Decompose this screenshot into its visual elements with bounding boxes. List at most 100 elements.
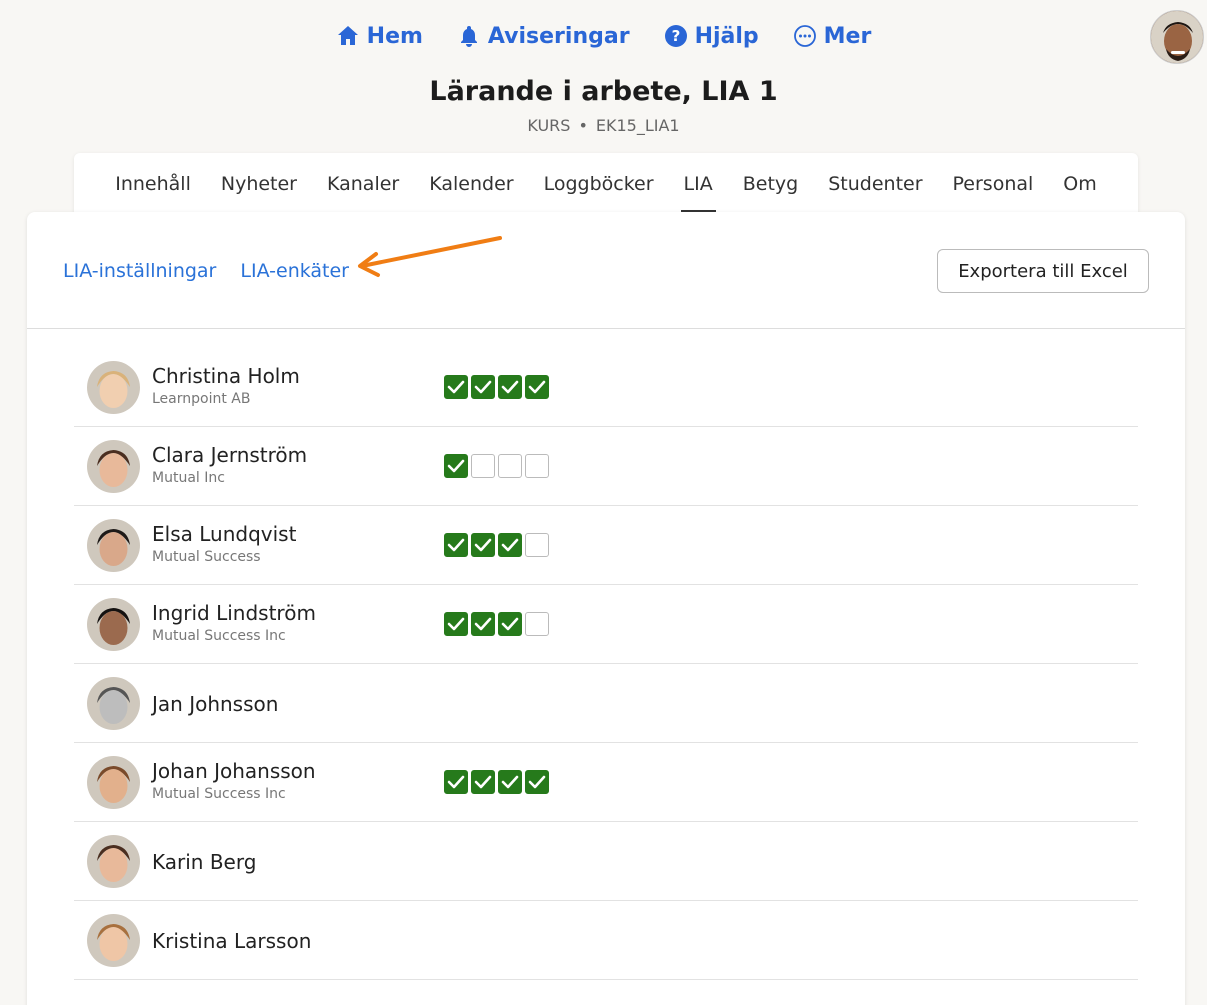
bell-icon	[460, 26, 477, 47]
tab-om[interactable]: Om	[1048, 153, 1111, 213]
tab-personal[interactable]: Personal	[938, 153, 1049, 213]
student-info: Elsa Lundqvist Mutual Success	[152, 522, 296, 565]
empty-checkbox-icon	[525, 612, 549, 636]
student-info: Karin Berg	[152, 850, 256, 874]
help-icon: ?	[664, 25, 687, 47]
nav-notifications[interactable]: Aviseringar	[457, 18, 630, 54]
course-type: KURS	[527, 116, 571, 135]
student-name: Jan Johnsson	[152, 692, 279, 716]
survey-status	[444, 770, 549, 794]
student-info: Jan Johnsson	[152, 692, 278, 716]
checkmark-icon	[471, 612, 495, 636]
student-avatar	[87, 756, 140, 809]
student-info: Johan Johansson Mutual Success Inc	[152, 759, 316, 802]
student-info: Clara Jernström Mutual Inc	[152, 443, 307, 486]
student-name: Christina Holm	[152, 364, 300, 388]
svg-text:?: ?	[671, 27, 680, 45]
student-photo	[87, 598, 140, 651]
more-icon	[793, 25, 816, 47]
checkmark-icon	[444, 612, 468, 636]
student-photo	[87, 914, 140, 967]
tab-lia[interactable]: LIA	[669, 153, 728, 213]
checkmark-icon	[444, 770, 468, 794]
student-avatar	[87, 519, 140, 572]
checkmark-icon	[498, 770, 522, 794]
empty-checkbox-icon	[471, 454, 495, 478]
lia-settings-link[interactable]: LIA-inställningar	[63, 260, 216, 282]
survey-status	[444, 612, 549, 636]
student-row[interactable]: Christina Holm Learnpoint AB	[74, 348, 1138, 427]
student-list: Christina Holm Learnpoint AB Clara Jernstr…	[74, 348, 1138, 980]
student-photo	[87, 440, 140, 493]
tab-studenter[interactable]: Studenter	[813, 153, 937, 213]
nav-home[interactable]: Hem	[336, 18, 423, 54]
checkmark-icon	[471, 770, 495, 794]
student-info: Kristina Larsson	[152, 929, 311, 953]
empty-checkbox-icon	[525, 533, 549, 557]
student-avatar	[87, 914, 140, 967]
export-excel-button[interactable]: Exportera till Excel	[937, 249, 1149, 293]
tab-betyg[interactable]: Betyg	[728, 153, 813, 213]
tab-loggbocker[interactable]: Loggböcker	[529, 153, 669, 213]
course-meta: KURS • EK15_LIA1	[0, 116, 1207, 135]
student-name: Ingrid Lindström	[152, 601, 316, 625]
survey-status	[444, 454, 549, 478]
student-row[interactable]: Ingrid Lindström Mutual Success Inc	[74, 585, 1138, 664]
separator-dot: •	[578, 116, 588, 135]
student-row[interactable]: Clara Jernström Mutual Inc	[74, 427, 1138, 506]
student-company: Mutual Success	[152, 549, 261, 565]
student-company: Mutual Success Inc	[152, 786, 286, 802]
student-row[interactable]: Johan Johansson Mutual Success Inc	[74, 743, 1138, 822]
tab-nyheter[interactable]: Nyheter	[206, 153, 312, 213]
panel-links: LIA-inställningar LIA-enkäter	[63, 260, 349, 282]
course-title: Lärande i arbete, LIA 1	[429, 76, 778, 107]
student-photo	[87, 361, 140, 414]
student-row[interactable]: Karin Berg	[74, 822, 1138, 901]
student-info: Christina Holm Learnpoint AB	[152, 364, 300, 407]
tab-kanaler[interactable]: Kanaler	[312, 153, 414, 213]
checkmark-icon	[444, 375, 468, 399]
home-icon	[337, 26, 358, 45]
student-company: Mutual Success Inc	[152, 628, 286, 644]
panel-divider	[27, 328, 1185, 329]
student-photo	[87, 519, 140, 572]
student-name: Elsa Lundqvist	[152, 522, 297, 546]
checkmark-icon	[444, 533, 468, 557]
nav-help[interactable]: ? Hjälp	[664, 18, 759, 54]
nav-help-label: Hjälp	[694, 23, 759, 49]
student-avatar	[87, 835, 140, 888]
empty-checkbox-icon	[525, 454, 549, 478]
student-name: Clara Jernström	[152, 443, 308, 467]
top-navigation: Hem Aviseringar ? Hjälp Mer	[0, 18, 1207, 54]
nav-notifications-label: Aviseringar	[487, 23, 630, 49]
checkmark-icon	[525, 375, 549, 399]
checkmark-icon	[498, 375, 522, 399]
nav-more[interactable]: Mer	[793, 18, 871, 54]
annotation-arrow-icon	[358, 236, 502, 277]
student-name: Johan Johansson	[152, 759, 316, 783]
student-photo	[87, 835, 140, 888]
student-company: Learnpoint AB	[152, 391, 251, 407]
checkmark-icon	[444, 454, 468, 478]
lia-surveys-link[interactable]: LIA-enkäter	[240, 260, 349, 282]
student-row[interactable]: Kristina Larsson	[74, 901, 1138, 980]
student-avatar	[87, 440, 140, 493]
checkmark-icon	[471, 533, 495, 557]
checkmark-icon	[498, 533, 522, 557]
survey-status	[444, 533, 549, 557]
checkmark-icon	[498, 612, 522, 636]
student-name: Karin Berg	[152, 850, 257, 874]
empty-checkbox-icon	[498, 454, 522, 478]
student-photo	[87, 677, 140, 730]
student-row[interactable]: Jan Johnsson	[74, 664, 1138, 743]
tab-kalender[interactable]: Kalender	[414, 153, 528, 213]
student-row[interactable]: Elsa Lundqvist Mutual Success	[74, 506, 1138, 585]
student-name: Kristina Larsson	[152, 929, 312, 953]
student-avatar	[87, 361, 140, 414]
course-tabs: Innehåll Nyheter Kanaler Kalender Loggbö…	[74, 153, 1138, 213]
tab-innehall[interactable]: Innehåll	[100, 153, 206, 213]
user-avatar[interactable]	[1150, 10, 1204, 64]
checkmark-icon	[525, 770, 549, 794]
survey-status	[444, 375, 549, 399]
student-info: Ingrid Lindström Mutual Success Inc	[152, 601, 316, 644]
